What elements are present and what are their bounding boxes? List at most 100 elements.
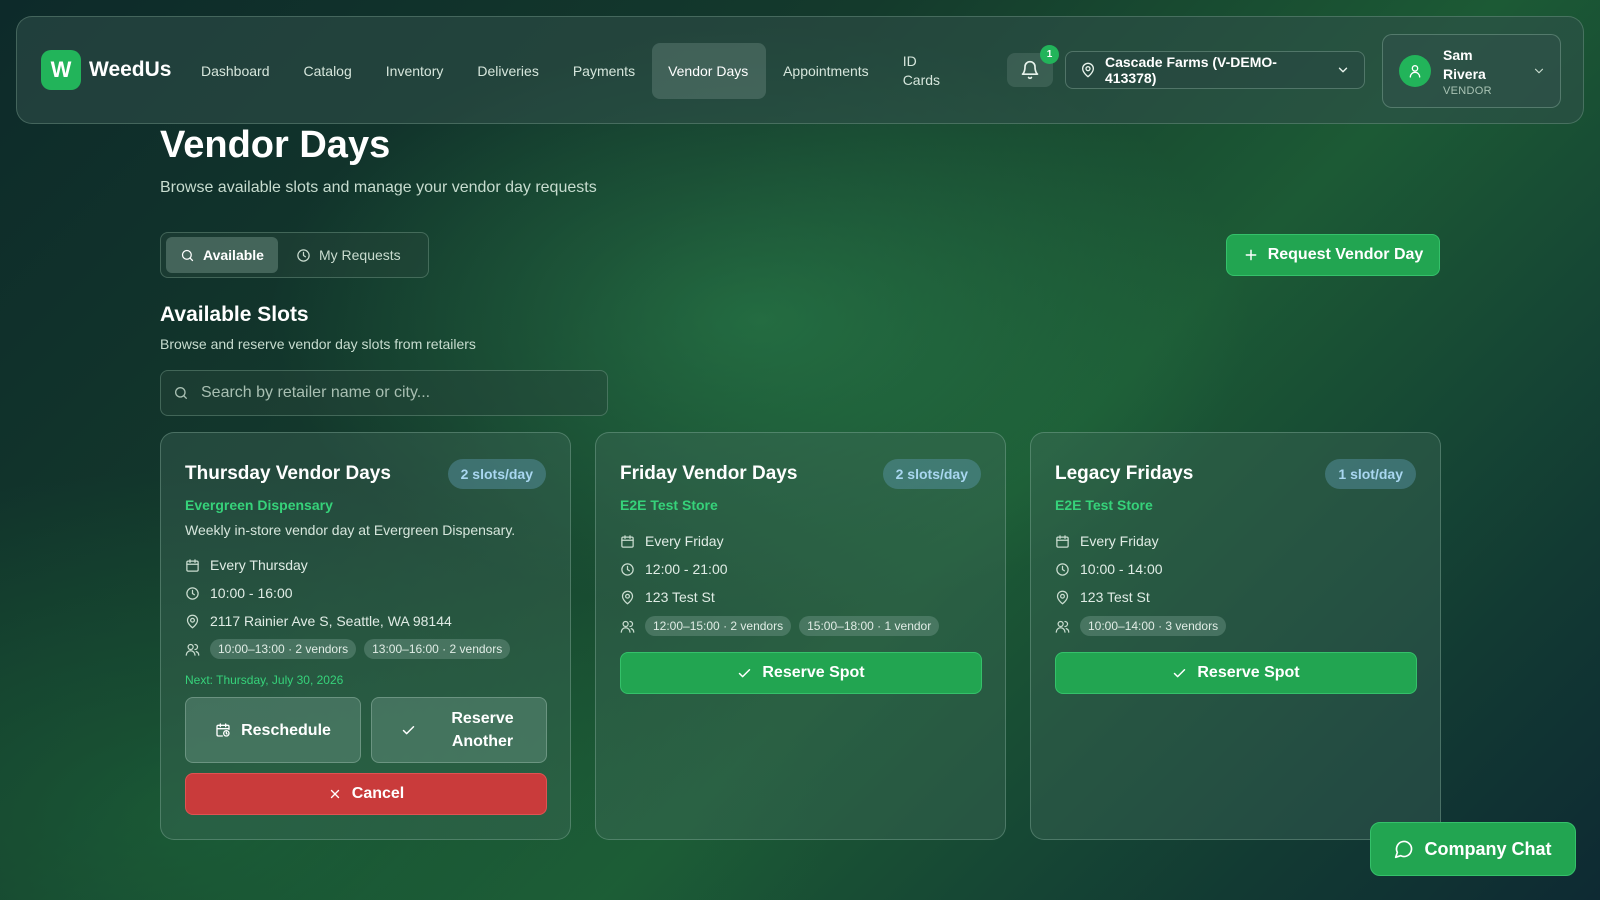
search-icon	[173, 385, 189, 401]
notifications-button[interactable]: 1	[1007, 45, 1059, 87]
map-pin-icon	[1055, 590, 1070, 605]
section-subtitle: Browse and reserve vendor day slots from…	[160, 336, 476, 352]
page-subtitle: Browse available slots and manage your v…	[160, 179, 597, 196]
close-icon	[328, 787, 342, 801]
user-icon	[1407, 63, 1423, 79]
hours-text: 10:00 - 14:00	[1080, 561, 1163, 577]
calendar-icon	[185, 558, 200, 573]
schedule-row: Every Thursday	[185, 557, 308, 573]
address-row: 123 Test St	[1055, 589, 1150, 605]
users-icon	[620, 619, 635, 634]
top-navbar: W WeedUs Dashboard Catalog Inventory Del…	[16, 16, 1584, 124]
company-chat-label: Company Chat	[1424, 838, 1552, 859]
user-name: Sam Rivera	[1443, 46, 1486, 82]
nav-item-dashboard[interactable]: Dashboard	[184, 43, 287, 99]
nav-item-inventory[interactable]: Inventory	[369, 43, 461, 99]
schedule-text: Every Thursday	[210, 557, 308, 573]
map-pin-icon	[185, 614, 200, 629]
reserve-spot-button[interactable]: Reserve Spot	[620, 652, 982, 694]
map-pin-icon	[620, 590, 635, 605]
check-icon	[1172, 666, 1187, 681]
calendar-clock-icon	[215, 722, 231, 738]
notification-count-badge: 1	[1040, 45, 1059, 64]
request-vendor-day-button[interactable]: Request Vendor Day	[1226, 234, 1440, 276]
reserve-spot-label: Reserve Spot	[1197, 664, 1300, 681]
cancel-button[interactable]: Cancel	[185, 773, 547, 815]
slot-chip: 13:00–16:00 · 2 vendors	[364, 639, 511, 659]
nav-item-deliveries[interactable]: Deliveries	[460, 43, 555, 99]
users-icon	[185, 642, 200, 657]
brand-logo[interactable]: W WeedUs	[41, 50, 171, 90]
hours-row: 12:00 - 21:00	[620, 561, 728, 577]
reserve-another-button[interactable]: Reserve Another	[371, 697, 547, 763]
users-icon	[1055, 619, 1070, 634]
address-text: 123 Test St	[645, 589, 715, 605]
user-role: VENDOR	[1443, 84, 1492, 97]
schedule-row: Every Friday	[1055, 533, 1159, 549]
tab-available[interactable]: Available	[166, 237, 278, 273]
schedule-text: Every Friday	[645, 533, 724, 549]
slot-chip: 10:00–14:00 · 3 vendors	[1080, 616, 1227, 636]
hours-text: 10:00 - 16:00	[210, 585, 293, 601]
nav-item-catalog[interactable]: Catalog	[287, 43, 369, 99]
reschedule-label: Reschedule	[241, 721, 331, 739]
reserve-spot-button[interactable]: Reserve Spot	[1055, 652, 1417, 694]
store-selector[interactable]: Cascade Farms (V-DEMO-413378)	[1065, 51, 1365, 89]
slot-chips: 10:00–13:00 · 2 vendors 13:00–16:00 · 2 …	[185, 639, 511, 659]
slots-badge: 1 slot/day	[1325, 459, 1416, 489]
store-selector-value: Cascade Farms (V-DEMO-413378)	[1105, 54, 1277, 86]
chevron-down-icon	[1336, 63, 1350, 77]
brand-name: WeedUs	[89, 58, 172, 81]
page-title: Vendor Days	[160, 124, 391, 166]
calendar-icon	[620, 534, 635, 549]
card-title: Thursday Vendor Days	[185, 463, 391, 484]
nav-item-appointments[interactable]: Appointments	[766, 43, 886, 99]
clock-icon	[185, 586, 200, 601]
search-box	[160, 370, 608, 416]
vendor-day-card: Friday Vendor Days 2 slots/day E2E Test …	[595, 432, 1006, 840]
clock-icon	[620, 562, 635, 577]
address-row: 123 Test St	[620, 589, 715, 605]
vendor-day-card: Thursday Vendor Days 2 slots/day Evergre…	[160, 432, 571, 840]
retailer-name[interactable]: E2E Test Store	[620, 497, 718, 513]
request-vendor-day-label: Request Vendor Day	[1267, 246, 1424, 263]
retailer-name[interactable]: E2E Test Store	[1055, 497, 1153, 513]
reserve-spot-label: Reserve Spot	[762, 664, 865, 681]
search-input[interactable]	[201, 384, 595, 402]
tab-my-requests[interactable]: My Requests	[282, 237, 415, 273]
section-title: Available Slots	[160, 303, 309, 326]
card-title: Legacy Fridays	[1055, 463, 1194, 484]
check-icon	[401, 723, 416, 738]
calendar-icon	[1055, 534, 1070, 549]
card-header: Friday Vendor Days 2 slots/day	[620, 459, 981, 489]
user-menu[interactable]: Sam Rivera VENDOR	[1382, 34, 1561, 108]
nav-item-payments[interactable]: Payments	[556, 43, 652, 99]
slots-badge: 2 slots/day	[882, 459, 981, 489]
slot-chip: 10:00–13:00 · 2 vendors	[210, 639, 357, 659]
vendor-day-card: Legacy Fridays 1 slot/day E2E Test Store…	[1030, 432, 1441, 840]
card-header: Thursday Vendor Days 2 slots/day	[185, 459, 546, 489]
logo-mark: W	[41, 50, 81, 90]
company-chat-button[interactable]: Company Chat	[1370, 822, 1576, 876]
nav-item-vendor-days[interactable]: Vendor Days	[652, 43, 767, 99]
address-row: 2117 Rainier Ave S, Seattle, WA 98144	[185, 613, 452, 629]
nav-item-id-cards[interactable]: ID Cards	[886, 43, 956, 99]
search-icon	[180, 248, 195, 263]
reserve-another-label: Reserve Another	[451, 710, 514, 750]
reschedule-button[interactable]: Reschedule	[185, 697, 361, 763]
hours-text: 12:00 - 21:00	[645, 561, 728, 577]
cancel-label: Cancel	[351, 785, 405, 802]
tab-label: My Requests	[318, 247, 401, 263]
user-info: Sam Rivera VENDOR	[1443, 46, 1503, 97]
card-header: Legacy Fridays 1 slot/day	[1055, 459, 1416, 489]
address-text: 2117 Rainier Ave S, Seattle, WA 98144	[210, 613, 452, 629]
slots-badge: 2 slots/day	[447, 459, 546, 489]
next-date: Next: Thursday, July 30, 2026	[185, 673, 344, 687]
chevron-down-icon	[1532, 64, 1546, 78]
main-nav: Dashboard Catalog Inventory Deliveries P…	[184, 42, 956, 100]
avatar	[1399, 55, 1431, 87]
address-text: 123 Test St	[1080, 589, 1150, 605]
chat-bubble-icon	[1394, 839, 1414, 859]
slot-chip: 15:00–18:00 · 1 vendor	[799, 616, 940, 636]
retailer-name[interactable]: Evergreen Dispensary	[185, 497, 333, 513]
